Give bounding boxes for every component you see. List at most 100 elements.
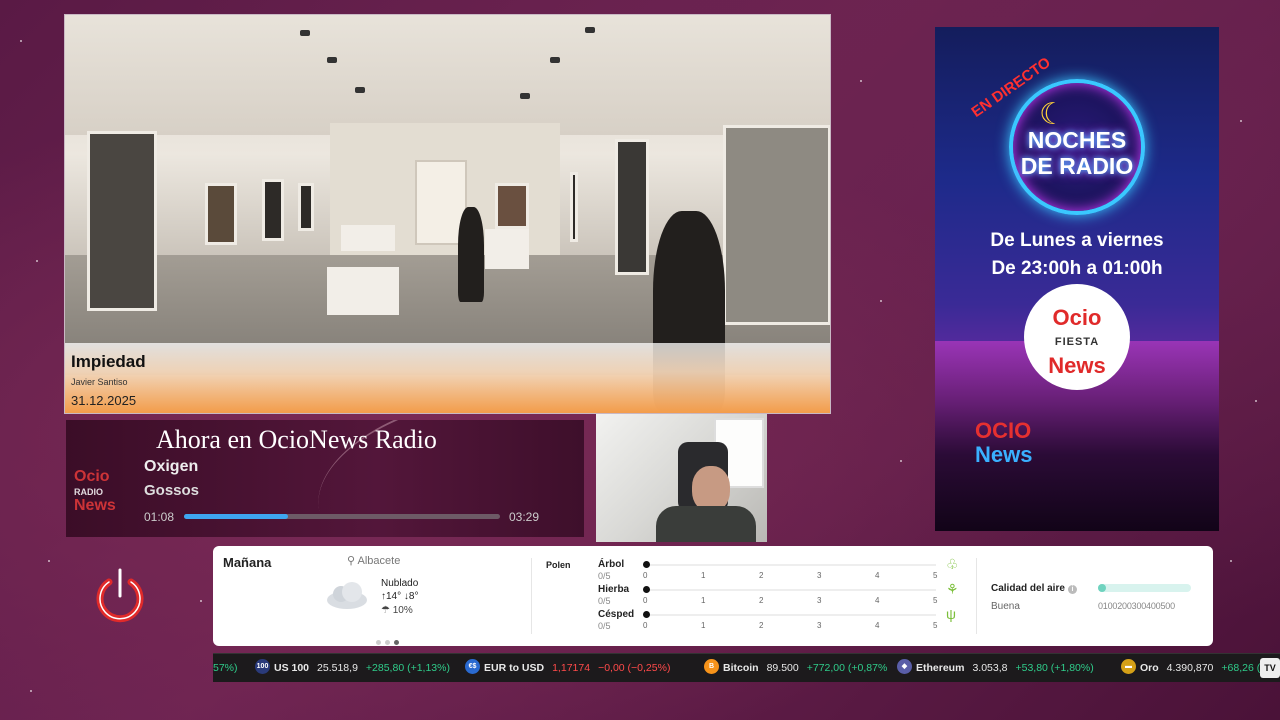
polen-tick: 3 [817,571,822,580]
cloud-icon [327,582,367,609]
asset-change: −0,00 (−0,25%) [598,662,671,674]
ceiling-light [355,87,365,93]
polen-tick: 0 [643,621,648,630]
carousel-dots[interactable] [376,632,403,650]
now-playing-panel: Ahora en OcioNews Radio Ocio RADIO News Ox… [66,420,584,537]
artwork-frame [495,183,529,229]
visitor-figure [458,207,484,302]
polen-track [646,614,936,616]
ticker-item[interactable]: 100 US 100 25.518,9 +285,80 (+1,13%) [255,659,450,675]
progress-bar[interactable] [184,514,500,519]
rain-value: 10% [392,605,413,616]
brand-bottom: News [975,442,1033,467]
ticker-item[interactable]: B Bitcoin 89.500 +772,00 (+0,87% [704,659,888,675]
brand-top: OCIO [975,418,1032,443]
asset-price: 89.500 [766,662,799,674]
song-artist: Gossos [144,482,200,499]
grass-icon: ψ [946,606,956,622]
temp-max: 14° [386,591,402,602]
show-schedule: De Lunes a viernes De 23:00h a 01:00h [935,227,1219,283]
air-quality-bar [1098,584,1191,592]
tradingview-logo[interactable]: TV [1260,658,1280,678]
polen-level-dot [643,561,650,568]
ticker-item[interactable]: €$ EUR to USD 1,17174 −0,00 (−0,25%) [465,659,671,675]
polen-tick: 4 [875,571,880,580]
current-time: 01:08 [144,510,175,524]
asset-price: 3.053,8 [972,662,1008,674]
artwork-title: Impiedad [71,352,146,371]
air-quality-scale: 0100200300400500 [1098,601,1175,611]
artwork-frame [723,125,830,325]
gallery-ceiling [65,15,830,135]
show-title: NOCHES DE RADIO [1020,127,1134,179]
polen-tick: 1 [701,571,706,580]
power-icon[interactable] [94,566,146,624]
ociofiesta-logo: Ocio FIESTA News [1024,284,1130,390]
asset-symbol: Ethereum [916,662,965,674]
ocionews-small-logo: Ocio RADIO News [74,468,116,514]
tree-icon: ♧ [946,556,959,572]
logo-top: Ocio [1052,305,1102,330]
polen-value: 0/5 [598,571,611,581]
polen-label: Polen [546,560,571,570]
polen-tick: 5 [933,571,938,580]
show-neon-badge: ☾ NOCHES DE RADIO [1009,79,1145,215]
market-ticker: 57%) 100 US 100 25.518,9 +285,80 (+1,13%) €$ E… [213,653,1280,682]
polen-tick: 5 [933,621,938,630]
song-title: Oxigen [144,458,199,475]
asset-symbol: Bitcoin [723,662,759,674]
asset-icon: B [704,659,719,675]
progress-fill [184,514,289,519]
polen-value: 0/5 [598,596,611,606]
asset-change: 57%) [213,662,238,674]
ticker-item[interactable]: ◆ Ethereum 3.053,8 +53,80 (+1,80%) [897,659,1094,675]
host-body [656,506,756,542]
asset-change: +285,80 (+1,13%) [365,662,450,674]
weather-condition: Nublado [381,578,419,589]
asset-price: 1,17174 [552,662,591,674]
polen-type: Hierba [598,584,630,595]
polen-row: Árbol 0/5 0 1 2 3 4 5 ♧ [598,556,973,583]
radio-show-ad[interactable]: EN DIRECTO ☾ NOCHES DE RADIO De Lunes a … [935,27,1219,531]
location-pin-icon: ⚲ [347,555,356,567]
schedule-hours: De 23:00h a 01:00h [991,258,1163,279]
ticker-item[interactable]: 57%) [213,662,238,674]
ceiling-light [585,27,595,33]
asset-icon: ▬ [1121,659,1136,675]
polen-row: Hierba 0/5 0 1 2 3 4 5 ⚘ [598,581,973,608]
air-quality-indicator [1098,584,1106,592]
weather-widget: Mañana ⚲ Albacete Nublado ↑14° ↓8° ☂ 10%… [213,546,1213,646]
featured-artwork-panel[interactable]: Impiedad Javier Santiso 31.12.2025 [64,14,831,414]
asset-icon: €$ [465,659,480,675]
forecast-location: ⚲ Albacete [347,554,400,567]
polen-scale: 0 1 2 3 4 5 [643,621,943,631]
ceiling-light [327,57,337,63]
location-name: Albacete [357,555,401,567]
asset-symbol: Oro [1140,662,1159,674]
info-icon[interactable]: i [1067,585,1077,594]
now-playing-heading: Ahora en OcioNews Radio [156,425,437,454]
forecast-day: Mañana [223,555,272,570]
divider [976,558,977,634]
ocionews-brand-logo: OCIO News [975,419,1032,467]
asset-symbol: US 100 [274,662,310,674]
polen-tick: 5 [933,596,938,605]
schedule-days: De Lunes a viernes [990,230,1164,251]
polen-scale: 0 1 2 3 4 5 [643,596,943,606]
artwork-author: Javier Santiso [71,377,128,387]
polen-scale: 0 1 2 3 4 5 [643,571,943,581]
asset-price: 25.518,9 [317,662,358,674]
logo-bottom: News [1048,353,1106,378]
polen-type: Árbol [598,559,625,570]
ticker-item[interactable]: ▬ Oro 4.390,870 +68,26 (+ [1121,659,1266,675]
display-plinth [341,225,395,251]
polen-tick: 0 [643,571,648,580]
total-time: 03:29 [509,510,540,524]
air-quality-title: Calidad del aire i [991,583,1077,594]
logo-mid: FIESTA [1054,336,1100,348]
artwork-frame [298,183,314,231]
artwork-frame [615,139,649,275]
asset-change: +772,00 (+0,87% [806,662,888,674]
weather-temps: ↑14° ↓8° [381,591,418,602]
artwork-frame [87,131,157,311]
